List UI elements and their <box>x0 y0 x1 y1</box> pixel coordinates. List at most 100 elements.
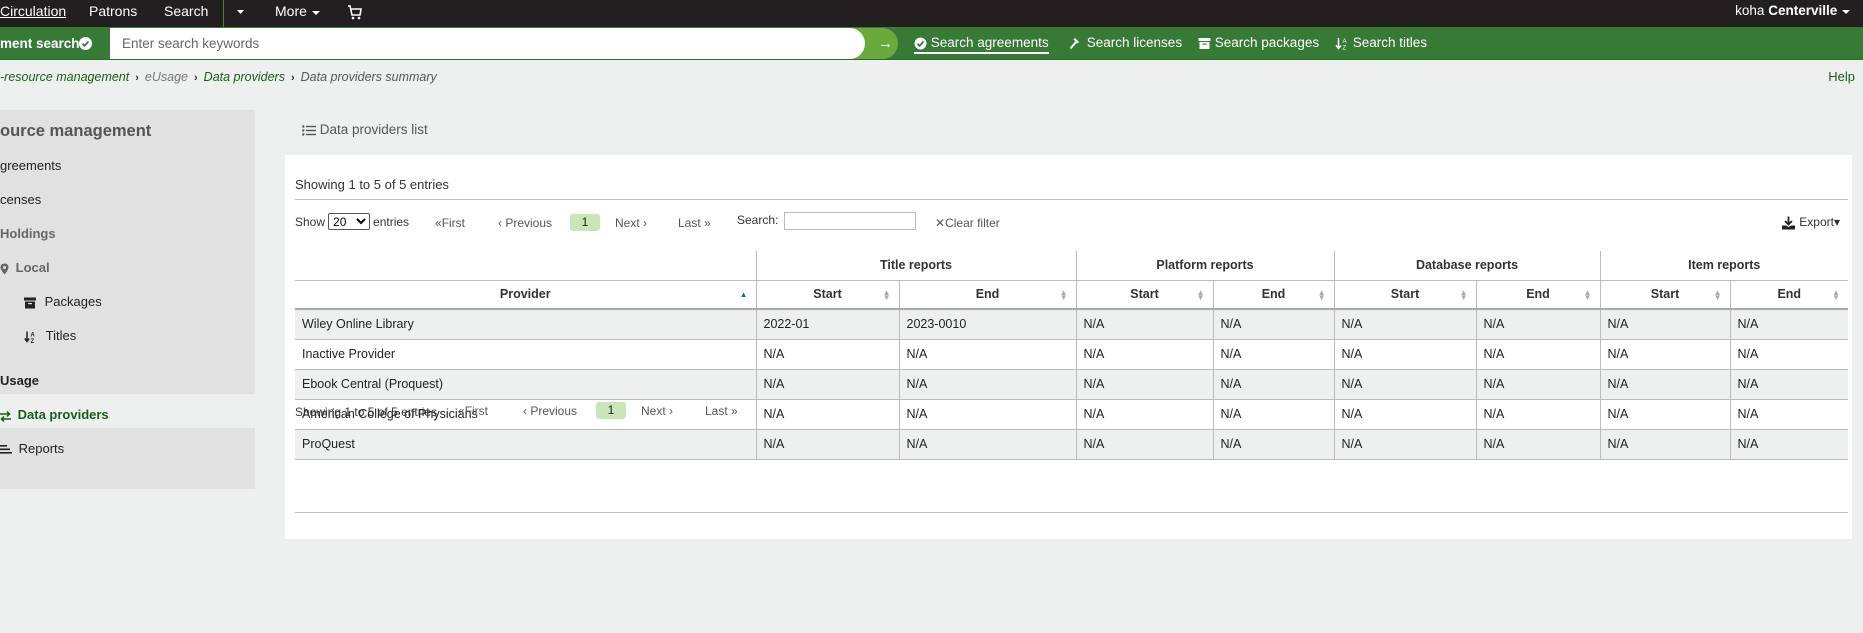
sort-alpha-icon: AZ <box>1335 37 1347 50</box>
search-licenses-link[interactable]: Search licenses <box>1069 35 1182 50</box>
search-agreements-label: Search agreements <box>930 35 1049 50</box>
page-length-select[interactable]: 20 <box>328 213 371 230</box>
header-provider[interactable]: Provider ▲ <box>295 280 756 310</box>
header-database-end[interactable]: End ▲ ▼ <box>1475 280 1600 310</box>
search-titles-link[interactable]: AZ Search titles <box>1335 35 1427 50</box>
sidebar-item-reports-label: Reports <box>18 441 65 456</box>
pagination-previous-bottom[interactable]: ‹ Previous <box>523 404 577 418</box>
header-platform-end[interactable]: End ▲ ▼ <box>1212 280 1334 310</box>
cell-report-date: N/A <box>755 369 899 400</box>
cell-report-date: N/A <box>898 429 1076 460</box>
user-library: Centerville <box>1768 3 1838 18</box>
cell-report-date: N/A <box>755 339 899 370</box>
clear-filter-button[interactable]: ✕Clear filter <box>935 216 1000 230</box>
pagination-last[interactable]: Last » <box>678 216 711 230</box>
nav-patrons[interactable]: Patrons <box>89 3 137 19</box>
cell-report-date: N/A <box>1729 309 1848 340</box>
data-providers-list-link[interactable]: Data providers list <box>302 122 428 137</box>
header-title-end[interactable]: End ▲ ▼ <box>898 280 1076 310</box>
pagination-next[interactable]: Next › <box>615 216 647 230</box>
table-info-bottom: Showing 1 to 5 of 5 entries <box>295 405 438 419</box>
first-label: First <box>464 404 489 418</box>
cart-icon <box>348 4 362 20</box>
sort-icon: ▲ ▼ <box>1196 287 1205 302</box>
cell-provider: Ebook Central (Proquest) <box>295 369 756 400</box>
chevron-right-icon: › <box>135 72 139 84</box>
breadcrumb-data-providers[interactable]: Data providers <box>204 70 285 84</box>
pagination-first[interactable]: «First <box>435 216 465 230</box>
cell-report-date: N/A <box>1475 339 1600 370</box>
cell-report-date: N/A <box>1599 399 1730 430</box>
exchange-icon <box>0 410 11 422</box>
divider <box>295 512 1848 513</box>
cell-report-date: N/A <box>1333 369 1476 400</box>
search-dropdown-toggle[interactable] <box>236 2 245 18</box>
header-label: End <box>975 287 1000 302</box>
header-title-start[interactable]: Start ▲ ▼ <box>755 280 899 310</box>
pagination-last-bottom[interactable]: Last » <box>705 404 738 418</box>
breadcrumb-erm[interactable]: -resource management <box>0 70 129 84</box>
header-label: Start <box>1130 287 1159 302</box>
cell-report-date: 2022-01 <box>755 309 899 340</box>
search-input[interactable] <box>110 28 865 59</box>
check-circle-icon <box>914 37 927 50</box>
caret-down-icon <box>311 11 320 16</box>
svg-text:Z: Z <box>31 339 35 343</box>
sidebar-item-reports[interactable]: Reports <box>0 441 64 456</box>
cell-report-date: N/A <box>1075 369 1213 400</box>
sidebar-item-local-label: Local <box>15 260 50 275</box>
next-label: Next <box>641 404 666 418</box>
search-titles-label: Search titles <box>1352 35 1428 50</box>
table-search-input[interactable] <box>784 212 917 230</box>
cart-button[interactable] <box>347 3 362 20</box>
close-icon: ✕ <box>935 216 946 230</box>
header-item-end[interactable]: End ▲ ▼ <box>1729 280 1848 310</box>
header-database-start[interactable]: Start ▲ ▼ <box>1333 280 1476 310</box>
export-button[interactable]: Export▾ <box>1781 215 1840 230</box>
archive-icon <box>1198 37 1211 49</box>
sort-asc-icon: ▲ <box>739 289 748 299</box>
user-menu[interactable]: koha Centerville <box>1735 3 1851 18</box>
double-chevron-right-icon: » <box>704 216 711 230</box>
sidebar-item-licenses[interactable]: censes <box>0 192 41 207</box>
nav-circulation[interactable]: Circulation <box>0 3 66 19</box>
sidebar-item-agreements[interactable]: greements <box>0 158 61 173</box>
header-item-start[interactable]: Start ▲ ▼ <box>1599 280 1730 310</box>
sidebar-item-data-providers[interactable]: Data providers <box>0 407 109 422</box>
cell-report-date: N/A <box>1333 399 1476 430</box>
table-row: Inactive Provider N/A N/A N/A N/A N/A N/A N/A N/… <box>295 339 1848 370</box>
export-label: Export <box>1799 215 1834 229</box>
pagination-page-1[interactable]: 1 <box>570 214 600 231</box>
sidebar-item-local[interactable]: Local <box>0 260 50 275</box>
sort-icon: ▲ ▼ <box>1459 287 1468 302</box>
cell-provider: Inactive Provider <box>295 339 756 370</box>
header-label: Start <box>1390 287 1420 302</box>
pagination-next-bottom[interactable]: Next › <box>641 404 673 418</box>
pagination-previous[interactable]: ‹ Previous <box>498 216 552 230</box>
search-type-selector[interactable]: ment search <box>0 29 110 58</box>
help-link[interactable]: Help <box>1828 69 1855 84</box>
gavel-icon <box>1069 37 1079 50</box>
search-label: Search: <box>737 213 779 228</box>
header-platform-start[interactable]: Start ▲ ▼ <box>1075 280 1213 310</box>
table-row: Ebook Central (Proquest) N/A N/A N/A N/A N/A N… <box>295 369 1848 400</box>
search-agreements-link[interactable]: Search agreements <box>914 35 1049 54</box>
cell-report-date: N/A <box>1729 399 1848 430</box>
nav-search[interactable]: Search <box>164 3 208 19</box>
sidebar-item-packages[interactable]: Packages <box>24 294 102 309</box>
download-icon <box>1781 216 1795 230</box>
svg-text:A: A <box>1343 39 1347 45</box>
pagination-page-1-bottom[interactable]: 1 <box>596 402 626 419</box>
entries-label: entries <box>373 215 410 229</box>
search-packages-link[interactable]: Search packages <box>1198 35 1319 50</box>
double-chevron-left-icon: « <box>458 404 465 418</box>
header-platform-reports: Platform reports <box>1075 251 1334 281</box>
table-row: Wiley Online Library 2022-01 2023-0010 N/A N… <box>295 309 1848 340</box>
chevron-right-icon: › <box>194 72 198 84</box>
sort-icon: ▲ ▼ <box>1832 287 1840 302</box>
sort-icon: ▲ ▼ <box>1583 287 1592 302</box>
sidebar-item-titles[interactable]: AZ Titles <box>24 328 76 343</box>
pagination-first-bottom[interactable]: «First <box>458 404 488 418</box>
header-database-reports: Database reports <box>1333 251 1600 281</box>
nav-more[interactable]: More <box>275 3 321 19</box>
